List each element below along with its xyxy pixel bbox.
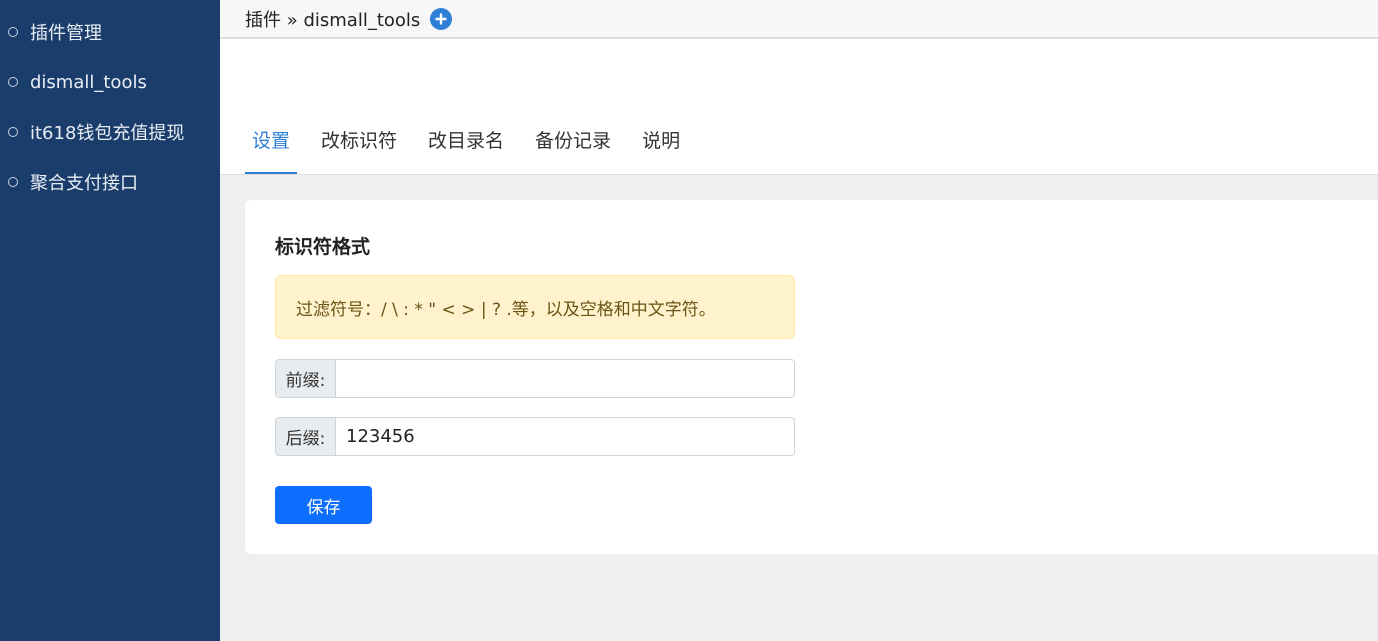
suffix-label: 后缀:: [276, 418, 336, 455]
warning-alert: 过滤符号：/ \ : * " < > | ? .等，以及空格和中文字符。: [275, 275, 795, 339]
sidebar-item-label: 聚合支付接口: [30, 173, 138, 194]
circle-bullet-icon: [8, 177, 18, 187]
sidebar: 插件管理 dismall_tools it618钱包充值提现 聚合支付接口: [0, 0, 220, 641]
tab-settings[interactable]: 设置: [245, 123, 298, 174]
circle-bullet-icon: [8, 27, 18, 37]
prefix-input[interactable]: [336, 360, 794, 397]
circle-bullet-icon: [8, 77, 18, 87]
plus-circle-icon[interactable]: [430, 7, 453, 30]
settings-card: 标识符格式 过滤符号：/ \ : * " < > | ? .等，以及空格和中文字…: [245, 200, 1378, 554]
breadcrumb: 插件 » dismall_tools: [245, 9, 421, 31]
prefix-label: 前缀:: [276, 360, 336, 397]
tab-change-identifier[interactable]: 改标识符: [314, 123, 404, 174]
suffix-input-group: 后缀:: [275, 417, 795, 456]
sidebar-item-label: 插件管理: [30, 23, 102, 44]
sidebar-item-it618-wallet[interactable]: it618钱包充值提现: [0, 107, 220, 157]
section-title: 标识符格式: [275, 236, 371, 258]
suffix-input[interactable]: [336, 418, 794, 455]
tab-description[interactable]: 说明: [635, 123, 687, 174]
sidebar-item-plugin-manage[interactable]: 插件管理: [0, 7, 220, 57]
sidebar-item-payment-api[interactable]: 聚合支付接口: [0, 157, 220, 207]
tab-header: 设置 改标识符 改目录名 备份记录 说明: [220, 39, 1378, 175]
prefix-input-group: 前缀:: [275, 359, 795, 398]
tab-bar: 设置 改标识符 改目录名 备份记录 说明: [245, 123, 704, 174]
sidebar-item-label: it618钱包充值提现: [30, 123, 185, 144]
tab-backup-records[interactable]: 备份记录: [528, 123, 618, 174]
tab-change-directory[interactable]: 改目录名: [421, 123, 511, 174]
circle-bullet-icon: [8, 127, 18, 137]
sidebar-item-dismall-tools[interactable]: dismall_tools: [0, 57, 220, 107]
sidebar-item-label: dismall_tools: [30, 71, 147, 93]
top-bar: 插件 » dismall_tools: [220, 0, 1378, 38]
save-button[interactable]: 保存: [275, 486, 372, 524]
